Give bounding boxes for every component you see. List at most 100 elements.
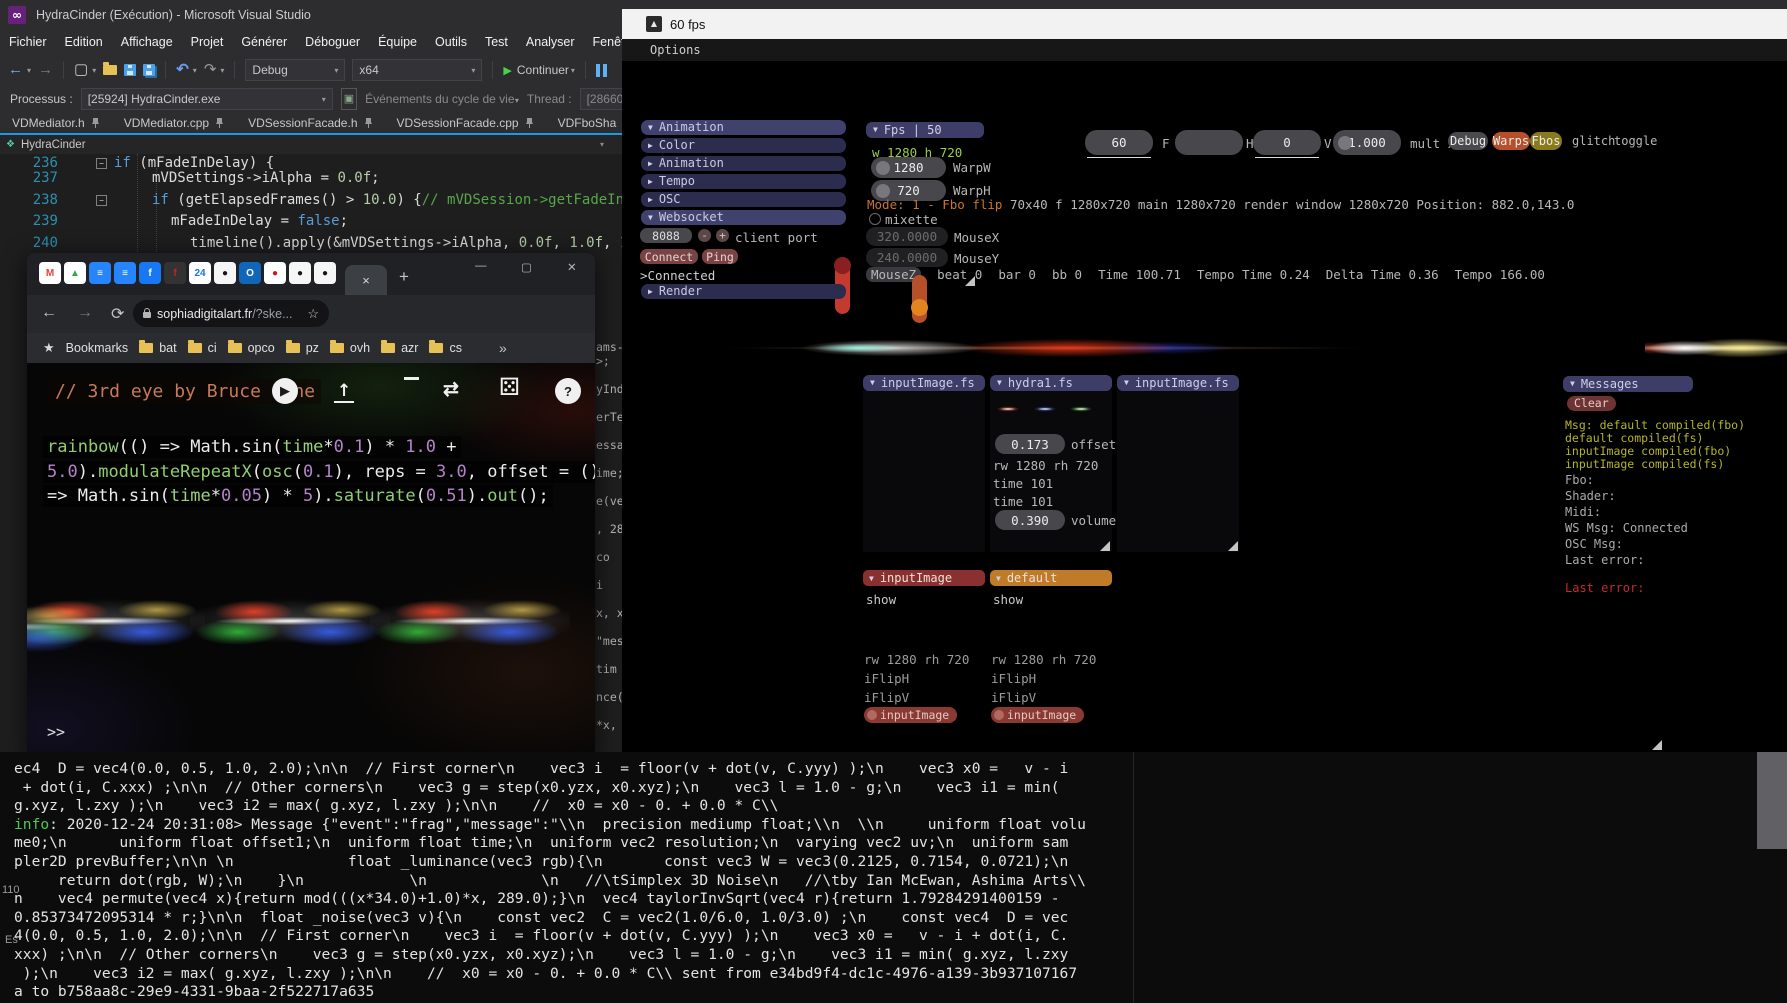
- pin-icon[interactable]: [364, 117, 373, 129]
- pinned-tab-media[interactable]: ●: [264, 262, 286, 284]
- section-animation-2[interactable]: ▶Animation: [641, 156, 846, 171]
- shuffle-icon[interactable]: ⇄: [443, 378, 459, 401]
- save-all-icon[interactable]: [143, 64, 155, 76]
- texture-panel-default[interactable]: ▼default: [990, 570, 1112, 586]
- pinned-tab-flash[interactable]: f: [164, 262, 186, 284]
- tab-vdmediator.cpp[interactable]: VDMediator.cpp: [112, 112, 236, 133]
- show-link[interactable]: show: [866, 592, 896, 607]
- connect-button[interactable]: Connect: [640, 249, 698, 264]
- bookmarks-star-icon[interactable]: ★: [43, 340, 55, 356]
- upload-icon[interactable]: ↑: [337, 381, 351, 401]
- tab-close-icon[interactable]: ×: [362, 273, 370, 288]
- volume-slider[interactable]: 0.390: [995, 510, 1065, 530]
- tab-vdfbosha[interactable]: VDFboSha: [546, 112, 629, 133]
- lifecycle-label[interactable]: Événements du cycle de vie ▾: [365, 92, 519, 106]
- browser-content[interactable]: // 3rd eye by Bruce Lane ▶ ↑ ⇄ ⚄ ? rainb…: [27, 363, 595, 760]
- mixette-checkbox[interactable]: [869, 213, 881, 225]
- shader-panel-hydra1-fs[interactable]: ▼hydra1.fs: [990, 375, 1112, 391]
- back-button[interactable]: ←: [41, 304, 57, 322]
- bookmark-folder-bat[interactable]: bat: [139, 341, 176, 355]
- overlay-menubar[interactable]: Options: [622, 39, 1787, 61]
- undo-icon[interactable]: ↶: [176, 60, 189, 80]
- menu-item-projet[interactable]: Projet: [182, 30, 233, 54]
- section-osc[interactable]: ▶OSC: [641, 192, 846, 207]
- tab-vdsessionfacade.h[interactable]: VDSessionFacade.h: [236, 112, 384, 133]
- run-sketch-icon[interactable]: ▶: [272, 378, 298, 404]
- pinned-tab-github[interactable]: ●: [214, 262, 236, 284]
- bookmark-folder-cs[interactable]: cs: [429, 341, 462, 355]
- pin-icon[interactable]: [91, 117, 100, 129]
- overlay-resize-grip[interactable]: [1652, 740, 1662, 750]
- window-maximize-button[interactable]: ▢: [521, 260, 532, 274]
- slider-knob-orange[interactable]: [911, 299, 928, 316]
- breadcrumb-caret-icon[interactable]: ▾: [600, 140, 604, 149]
- shader-panel-inputimage-fs[interactable]: ▼inputImage.fs: [1117, 375, 1239, 391]
- pinned-tab-facebook[interactable]: f: [139, 262, 161, 284]
- pinned-tab-calendar-24[interactable]: 24: [189, 262, 211, 284]
- fold-toggle[interactable]: −: [96, 158, 107, 169]
- menu-item-edition[interactable]: Edition: [56, 30, 112, 54]
- overlay-titlebar[interactable]: ▲ 60 fps: [622, 9, 1787, 39]
- fps-slider-mult-x[interactable]: 1.000: [1333, 130, 1401, 155]
- bookmark-folder-opco[interactable]: opco: [228, 341, 275, 355]
- inputimage-badge[interactable]: inputImage: [864, 707, 957, 723]
- bookmarks-overflow-icon[interactable]: »: [499, 340, 507, 356]
- navigate-back-icon[interactable]: ←: [8, 60, 23, 80]
- pin-icon[interactable]: [525, 117, 534, 129]
- resize-grip[interactable]: [965, 276, 975, 286]
- hydra-console-prompt[interactable]: >>: [47, 723, 65, 741]
- window-close-button[interactable]: ✕: [567, 260, 577, 274]
- menu-item-affichage[interactable]: Affichage: [112, 30, 182, 54]
- resize-grip[interactable]: [1228, 541, 1238, 551]
- warpw-slider[interactable]: 1280: [871, 157, 946, 178]
- fps-slider-h[interactable]: [1175, 130, 1243, 155]
- messages-panel-header[interactable]: ▼Messages: [1563, 376, 1693, 392]
- texture-panel-inputimage[interactable]: ▼inputImage: [863, 570, 985, 586]
- pinned-tab-outlook[interactable]: O: [239, 262, 261, 284]
- pinned-tab-docs[interactable]: ≡: [114, 262, 136, 284]
- fbos-button[interactable]: Fbos: [1530, 132, 1562, 150]
- tab-vdmediator.h[interactable]: VDMediator.h: [0, 112, 112, 133]
- show-link[interactable]: show: [993, 592, 1023, 607]
- navigate-forward-icon[interactable]: →: [38, 60, 53, 80]
- pinned-tab-drive[interactable]: ▲: [64, 262, 86, 284]
- browser-active-tab[interactable]: ×: [345, 265, 387, 295]
- mousey-slider[interactable]: 240.0000: [866, 248, 948, 267]
- menu-item-analyser[interactable]: Analyser: [517, 30, 584, 54]
- menu-item-générer[interactable]: Générer: [232, 30, 296, 54]
- bookmarks-label[interactable]: Bookmarks: [66, 341, 129, 355]
- port-minus-button[interactable]: -: [698, 229, 711, 242]
- undo-caret-icon[interactable]: ▾: [193, 66, 197, 75]
- browser-titlebar[interactable]: × + — ▢ ✕ M▲≡≡ff24●O●●●: [27, 253, 595, 295]
- save-icon[interactable]: [124, 64, 136, 76]
- pinned-tab-github[interactable]: ●: [314, 262, 336, 284]
- section-color[interactable]: ▶Color: [641, 138, 846, 153]
- new-tab-button[interactable]: +: [399, 267, 409, 287]
- pinned-tab-gmail[interactable]: M: [39, 262, 61, 284]
- fps-slider-v[interactable]: 0: [1253, 130, 1321, 155]
- bookmark-folder-ci[interactable]: ci: [188, 341, 217, 355]
- resize-grip[interactable]: [1100, 541, 1110, 551]
- lifecycle-icon[interactable]: ▣: [341, 88, 357, 110]
- help-icon[interactable]: ?: [555, 378, 581, 404]
- fps-slider-f[interactable]: 60: [1085, 130, 1153, 155]
- menu-item-équipe[interactable]: Équipe: [369, 30, 426, 54]
- platform-dropdown[interactable]: x64 ▾: [352, 59, 482, 81]
- bookmark-folder-ovh[interactable]: ovh: [330, 341, 370, 355]
- fold-toggle[interactable]: −: [96, 195, 107, 206]
- pinned-tab-docs[interactable]: ≡: [89, 262, 111, 284]
- forward-button[interactable]: →: [77, 304, 93, 322]
- menu-item-fichier[interactable]: Fichier: [0, 30, 56, 54]
- reload-button[interactable]: ⟳: [111, 304, 124, 324]
- bookmark-star-icon[interactable]: ☆: [307, 306, 319, 322]
- debug-button[interactable]: Debug: [1448, 132, 1488, 150]
- menu-item-outils[interactable]: Outils: [426, 30, 476, 54]
- toggle-button[interactable]: toggle: [1608, 132, 1663, 150]
- redo-caret-icon[interactable]: ▾: [220, 66, 224, 75]
- bookmark-folder-pz[interactable]: pz: [286, 341, 319, 355]
- websocket-port-field[interactable]: 8088: [640, 228, 692, 243]
- url-bar[interactable]: sophiadigitalart.fr/?ske... ☆: [133, 300, 329, 327]
- output-console[interactable]: 110 Es ec4 D = vec4(0.0, 0.5, 1.0, 2.0);…: [0, 752, 1787, 1003]
- port-plus-button[interactable]: +: [716, 229, 729, 242]
- fps-panel-header[interactable]: ▼Fps | 50: [866, 122, 984, 138]
